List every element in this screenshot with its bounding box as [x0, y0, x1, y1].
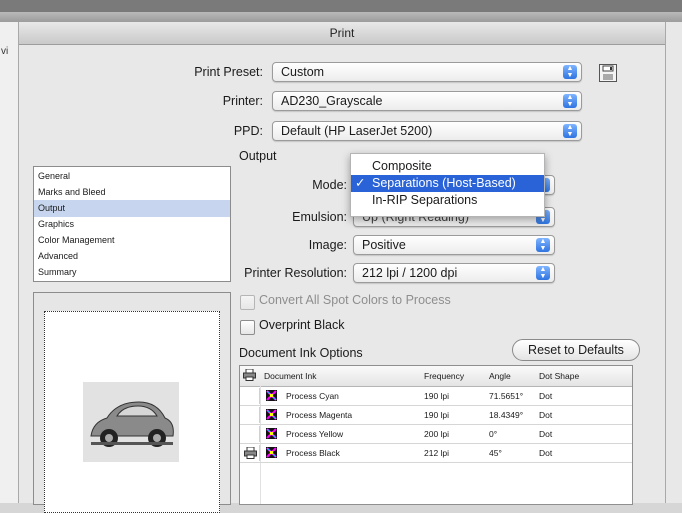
- print-preset-value: Custom: [281, 65, 325, 79]
- popup-stepper-icon: ▲▼: [563, 124, 577, 138]
- save-icon[interactable]: [599, 64, 617, 82]
- ink-dot-shape: Dot: [539, 391, 553, 401]
- ink-row-process-cyan[interactable]: Process Cyan 190 lpi 71.5651° Dot: [240, 387, 632, 406]
- preview-page: [44, 311, 220, 513]
- process-ink-swatch-icon: [266, 390, 277, 401]
- ink-print-toggle[interactable]: [241, 388, 260, 404]
- overprint-black-checkbox[interactable]: [240, 320, 255, 335]
- process-ink-swatch-icon: [266, 447, 277, 458]
- ink-row-process-yellow[interactable]: Process Yellow 200 lpi 0° Dot: [240, 425, 632, 444]
- background-app-text-fragment: vi: [1, 46, 9, 57]
- printer-icon: [244, 447, 257, 459]
- column-header-frequency[interactable]: Frequency: [424, 371, 464, 381]
- section-title: Output: [239, 149, 277, 163]
- mode-label: Mode:: [312, 178, 347, 192]
- printer-resolution-popup[interactable]: 212 lpi / 1200 dpi ▲ ▼: [353, 263, 555, 283]
- ink-dot-shape: Dot: [539, 410, 553, 420]
- column-header-angle[interactable]: Angle: [489, 371, 511, 381]
- category-item-output[interactable]: Output: [34, 200, 230, 217]
- print-dialog: Print Print Preset: Custom ▲ ▼ Printer: A…: [18, 22, 666, 513]
- process-ink-swatch-icon: [266, 409, 277, 420]
- ink-print-toggle[interactable]: [241, 426, 260, 442]
- convert-spot-checkbox[interactable]: [240, 295, 255, 310]
- image-value: Positive: [362, 238, 406, 252]
- printer-resolution-value: 212 lpi / 1200 dpi: [362, 266, 458, 280]
- ink-frequency: 212 lpi: [424, 448, 450, 458]
- menu-item-composite[interactable]: Composite: [351, 158, 544, 175]
- print-preview: [33, 292, 231, 513]
- ink-name: Process Cyan: [286, 391, 339, 401]
- ink-dot-shape: Dot: [539, 448, 553, 458]
- background-app-left-panel: [0, 22, 19, 503]
- category-item-advanced[interactable]: Advanced: [34, 248, 230, 265]
- print-preset-label: Print Preset:: [194, 65, 263, 79]
- image-label: Image:: [308, 238, 347, 252]
- ink-dot-shape: Dot: [539, 429, 553, 439]
- category-item-general[interactable]: General: [34, 168, 230, 185]
- menu-item-label: Separations (Host-Based): [372, 176, 516, 190]
- image-popup[interactable]: Positive ▲ ▼: [353, 235, 555, 255]
- print-preset-popup[interactable]: Custom ▲ ▼: [272, 62, 582, 82]
- category-item-color-management[interactable]: Color Management: [34, 232, 230, 249]
- ppd-label: PPD:: [233, 124, 263, 138]
- ink-print-toggle[interactable]: [241, 407, 260, 423]
- dialog-title: Print: [19, 22, 665, 45]
- ink-angle: 71.5651°: [489, 391, 524, 401]
- preview-image: [83, 382, 179, 462]
- ink-name: Process Magenta: [286, 410, 353, 420]
- popup-stepper-icon: ▲▼: [536, 238, 550, 252]
- popup-stepper-icon: ▲▼: [536, 266, 550, 280]
- convert-spot-label: Convert All Spot Colors to Process: [259, 293, 451, 307]
- menu-item-separations-host-based[interactable]: ✓ Separations (Host-Based): [351, 175, 544, 192]
- overprint-black-label: Overprint Black: [259, 318, 345, 332]
- category-list: General Marks and Bleed Output Graphics …: [33, 166, 231, 282]
- ink-angle: 0°: [489, 429, 498, 439]
- printer-resolution-label: Printer Resolution:: [244, 266, 347, 280]
- ink-name: Process Yellow: [286, 429, 344, 439]
- ink-table-header: Document Ink Frequency Angle Dot Shape: [240, 366, 632, 387]
- category-item-graphics[interactable]: Graphics: [34, 216, 230, 233]
- category-item-marks-and-bleed[interactable]: Marks and Bleed: [34, 184, 230, 201]
- printer-label: Printer:: [222, 94, 263, 108]
- category-item-summary[interactable]: Summary: [34, 264, 230, 281]
- mode-dropdown-menu: Composite ✓ Separations (Host-Based) In-…: [350, 153, 545, 217]
- ink-name: Process Black: [286, 448, 340, 458]
- process-ink-swatch-icon: [266, 428, 277, 439]
- column-header-dot-shape[interactable]: Dot Shape: [539, 371, 579, 381]
- ink-options-title: Document Ink Options: [239, 346, 363, 360]
- column-header-ink[interactable]: Document Ink: [264, 371, 316, 381]
- ink-angle: 45°: [489, 448, 502, 458]
- ink-frequency: 190 lpi: [424, 410, 450, 420]
- printer-icon: [243, 368, 256, 383]
- printer-popup[interactable]: AD230_Grayscale ▲ ▼: [272, 91, 582, 111]
- background-app-right-panel: [664, 22, 682, 503]
- background-app-toolbar: [0, 12, 682, 22]
- emulsion-label: Emulsion:: [292, 210, 347, 224]
- reset-to-defaults-button[interactable]: Reset to Defaults: [512, 339, 640, 361]
- ink-angle: 18.4349°: [489, 410, 524, 420]
- ppd-value: Default (HP LaserJet 5200): [281, 124, 433, 138]
- ink-frequency: 190 lpi: [424, 391, 450, 401]
- ink-print-toggle[interactable]: [241, 445, 260, 461]
- menu-item-in-rip-separations[interactable]: In-RIP Separations: [351, 192, 544, 209]
- ppd-popup[interactable]: Default (HP LaserJet 5200) ▲ ▼: [272, 121, 582, 141]
- ink-frequency: 200 lpi: [424, 429, 450, 439]
- popup-stepper-icon: ▲▼: [563, 65, 577, 79]
- check-icon: ✓: [355, 176, 366, 190]
- popup-stepper-icon: ▲▼: [563, 94, 577, 108]
- ink-row-process-magenta[interactable]: Process Magenta 190 lpi 18.4349° Dot: [240, 406, 632, 425]
- ink-row-process-black[interactable]: Process Black 212 lpi 45° Dot: [240, 444, 632, 463]
- printer-value: AD230_Grayscale: [281, 94, 383, 108]
- ink-table: Document Ink Frequency Angle Dot Shape P…: [239, 365, 633, 505]
